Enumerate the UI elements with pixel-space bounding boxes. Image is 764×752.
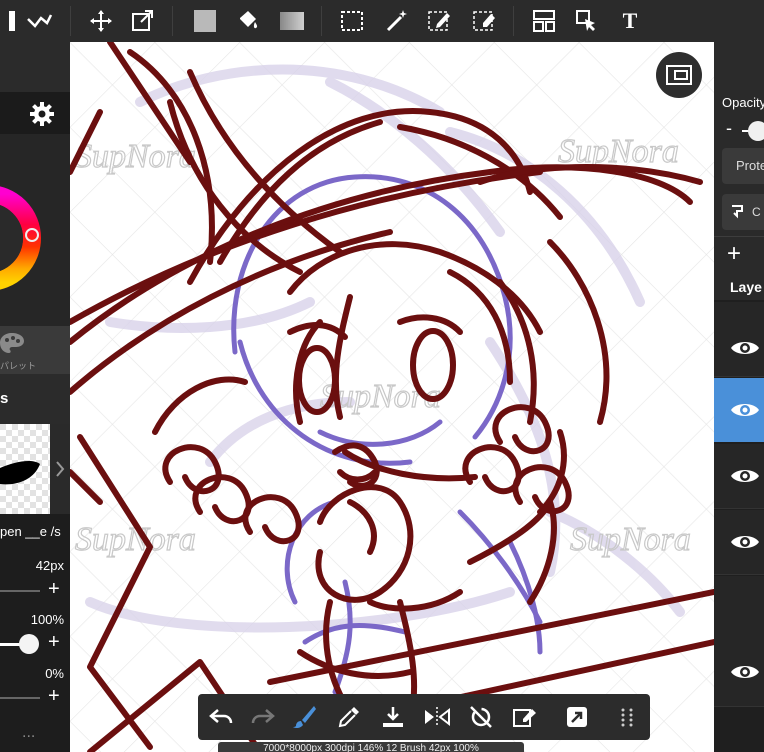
brush-size-value: 42px (35, 558, 64, 573)
more-options-button[interactable]: ... (22, 724, 35, 742)
redo-icon (251, 709, 275, 724)
flip-horizontal-button[interactable] (420, 700, 454, 734)
move-tool-icon[interactable] (84, 4, 118, 38)
brush-settings: pen __e /s 42px + 100% + 0% + ... (0, 514, 70, 752)
brush-opacity-slider-handle[interactable] (19, 634, 39, 654)
add-layer-button[interactable]: + (727, 240, 741, 268)
operation-tool-icon[interactable] (570, 4, 604, 38)
settings-gear-icon[interactable] (29, 101, 55, 132)
flip-icon (425, 707, 450, 727)
frame-divider-icon[interactable] (527, 4, 561, 38)
select-edit-icon (513, 709, 536, 727)
layer-opacity-slider-handle[interactable] (748, 121, 764, 141)
top-toolbar: T (0, 0, 764, 42)
bottom-toolbar (198, 694, 650, 740)
drawing-canvas[interactable]: SupNora SupNora SupNora SupNora SupNora (70, 42, 714, 752)
layer-item-selected[interactable] (714, 378, 764, 442)
clipping-button[interactable]: C (722, 194, 764, 230)
undo-icon (209, 709, 233, 724)
eye-icon[interactable] (730, 466, 760, 486)
undo-button[interactable] (204, 700, 238, 734)
left-panel-header (0, 42, 70, 92)
brush-section-header: s (0, 374, 70, 424)
brush-blur-plus-button[interactable]: + (48, 685, 60, 708)
more-menu-button[interactable] (610, 700, 644, 734)
color-settings-row (0, 92, 70, 134)
brush-icon (293, 706, 316, 729)
window-icon (666, 65, 692, 85)
clip-label: C (752, 205, 761, 219)
palette-tab[interactable]: パレット (0, 326, 70, 374)
fill-color-swatch-icon[interactable] (188, 4, 222, 38)
select-rectangle-icon[interactable] (335, 4, 369, 38)
curve-tool-icon[interactable] (22, 4, 56, 38)
grid-dots-icon (621, 708, 633, 727)
brush-blur-slider[interactable] (0, 697, 40, 699)
layer-item[interactable] (714, 302, 764, 377)
right-panel-header (714, 42, 764, 90)
bucket-tool-icon[interactable] (230, 4, 264, 38)
brush-tool-button[interactable] (288, 700, 322, 734)
color-wheel-area (0, 134, 70, 326)
transform-tool-icon[interactable] (126, 4, 160, 38)
opacity-minus-button[interactable]: - (726, 118, 732, 139)
palette-icon (0, 332, 24, 359)
brush-preview[interactable] (0, 424, 70, 514)
layer-item[interactable] (714, 576, 764, 707)
share-button[interactable] (560, 700, 594, 734)
import-button[interactable] (376, 700, 410, 734)
magic-wand-icon[interactable] (380, 4, 414, 38)
gradient-tool-icon[interactable] (275, 4, 309, 38)
protect-label: Prote (736, 158, 764, 173)
eyedropper-button[interactable] (332, 700, 366, 734)
share-icon (567, 707, 587, 727)
brush-size-plus-button[interactable]: + (48, 578, 60, 601)
text-tool-icon: T (622, 8, 638, 33)
layer-item[interactable] (714, 510, 764, 575)
eyedropper-icon (338, 707, 359, 728)
brush-opacity-plus-button[interactable]: + (48, 631, 60, 654)
brush-opacity-value: 100% (30, 612, 64, 627)
svg-text:SupNora: SupNora (570, 521, 691, 558)
layer-item[interactable] (714, 444, 764, 509)
layer-list (714, 300, 764, 752)
layers-label: Laye (730, 279, 762, 295)
eye-icon[interactable] (730, 338, 760, 358)
eye-icon[interactable] (730, 400, 760, 420)
fullscreen-toggle-button[interactable] (656, 52, 702, 98)
status-bar: 7000*8000px 300dpi 146% 12 Brush 42px 10… (218, 742, 524, 752)
brush-name[interactable]: pen __e /s (0, 524, 61, 539)
right-panel: Opacity - Prote C + Laye (714, 42, 764, 752)
select-pen-icon[interactable] (423, 4, 457, 38)
color-wheel[interactable] (0, 134, 70, 326)
rotate-icon (470, 706, 492, 728)
palette-label: パレット (0, 361, 37, 371)
eye-icon[interactable] (730, 532, 760, 552)
clip-arrow-icon (732, 205, 743, 219)
text-tool-button[interactable]: T (613, 4, 647, 38)
rotate-reset-button[interactable] (464, 700, 498, 734)
brush-size-slider[interactable] (0, 590, 40, 592)
download-icon (383, 707, 403, 727)
left-panel: パレット s pen __e /s 42px + 100% + 0% + ... (0, 42, 70, 752)
brush-section-label: s (0, 390, 9, 407)
select-edit-button[interactable] (508, 700, 542, 734)
brush-blur-value: 0% (45, 666, 64, 681)
select-eraser-icon[interactable] (468, 4, 502, 38)
canvas-artwork: SupNora SupNora SupNora SupNora SupNora (70, 42, 714, 752)
redo-button[interactable] (246, 700, 280, 734)
protect-alpha-button[interactable]: Prote (722, 148, 764, 184)
opacity-label: Opacity (722, 95, 764, 110)
eye-icon[interactable] (730, 662, 760, 682)
